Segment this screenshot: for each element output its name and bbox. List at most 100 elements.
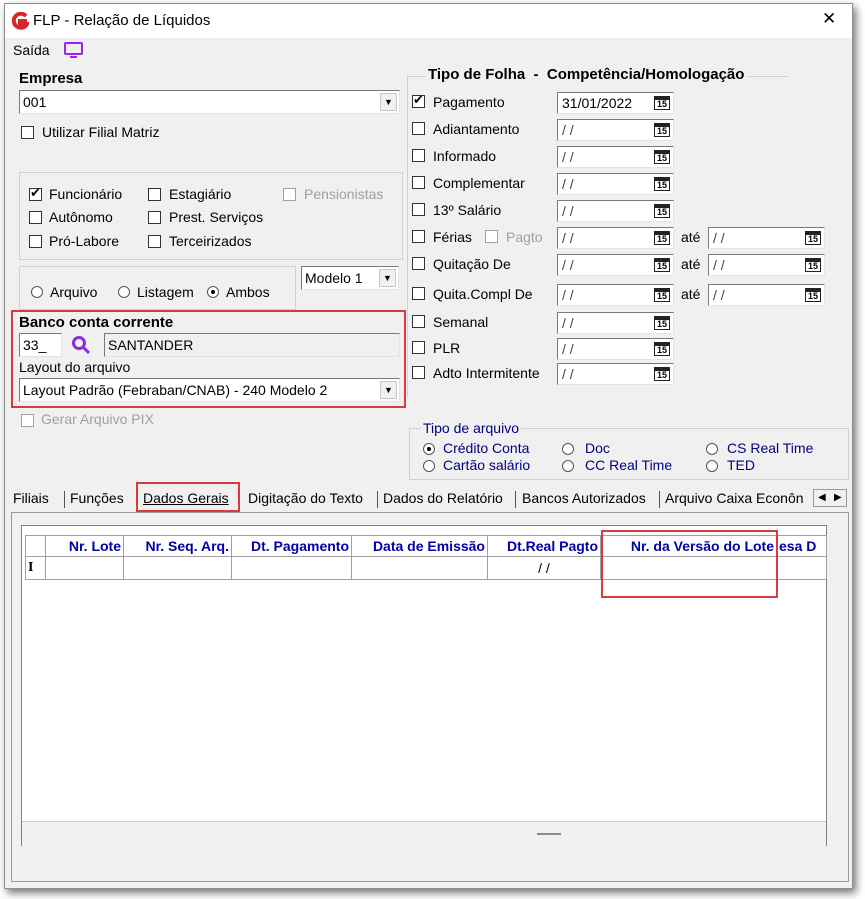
tab-funcoes[interactable]: Funções [70,488,124,508]
quita-compl-de-checkbox[interactable] [412,287,425,300]
layout-select[interactable]: Layout Padrão (Febraban/CNAB) - 240 Mode… [19,378,400,402]
tab-digitacao-texto[interactable]: Digitação do Texto [248,488,363,508]
tab-dados-relatorio[interactable]: Dados do Relatório [383,488,503,508]
chevron-down-icon[interactable]: ▼ [380,93,397,111]
adiantamento-checkbox[interactable] [412,122,425,135]
grid-cell[interactable]: / / [487,556,601,580]
listagem-radio[interactable] [118,286,130,298]
13-salario-checkbox[interactable] [412,203,425,216]
banco-codigo-input[interactable]: 33_ [19,333,62,357]
ferias-checkbox[interactable] [412,230,425,243]
grid-col-header[interactable]: Dt.Real Pagto [487,535,601,557]
cartao-salario-radio[interactable] [423,460,435,472]
autonomo-checkbox[interactable] [29,211,42,224]
13-salario-date-field[interactable]: / / 15 [557,200,674,222]
cc-real-time-radio[interactable] [562,460,574,472]
tab-bancos-autorizados[interactable]: Bancos Autorizados [522,488,646,508]
calendar-icon[interactable]: 15 [805,288,821,302]
filial-matriz-label: Utilizar Filial Matriz [42,124,160,140]
search-icon[interactable] [71,335,91,355]
tab-arquivo-caixa[interactable]: Arquivo Caixa Econôn [665,488,804,508]
calendar-icon[interactable]: 15 [654,288,670,302]
doc-radio[interactable] [562,443,574,455]
pro-labore-checkbox[interactable] [29,235,42,248]
adto-intermitente-date-field[interactable]: / / 15 [557,363,674,385]
filial-matriz-checkbox[interactable] [21,126,34,139]
calendar-icon[interactable]: 15 [805,258,821,272]
doc-label: Doc [585,440,610,456]
window-title: FLP - Relação de Líquidos [33,12,211,29]
prest-servicos-checkbox[interactable] [148,211,161,224]
grid-cell[interactable] [231,556,352,580]
horizontal-scrollbar[interactable] [22,821,826,846]
grid-cell[interactable] [351,556,488,580]
credito-conta-label: Crédito Conta [443,440,530,456]
credito-conta-radio[interactable] [423,443,435,455]
funcionario-checkbox[interactable]: ✔ [29,186,42,201]
adiantamento-date-field[interactable]: / / 15 [557,119,674,141]
saida-button[interactable]: Saída [13,42,50,58]
chevron-down-icon[interactable]: ▼ [380,381,397,399]
ambos-radio[interactable] [207,286,219,298]
grid-col-header[interactable]: Dt. Pagamento [231,535,352,557]
chevron-left-icon[interactable]: ◀ [818,490,826,506]
calendar-icon[interactable]: 15 [654,177,670,191]
estagiario-checkbox[interactable] [148,188,161,201]
complementar-date-field[interactable]: / / 15 [557,173,674,195]
grid-col-header[interactable]: Data de Emissão [351,535,488,557]
chevron-down-icon[interactable]: ▼ [379,269,396,287]
calendar-icon[interactable]: 15 [654,231,670,245]
semanal-date-field[interactable]: / / 15 [557,312,674,334]
semanal-checkbox[interactable] [412,315,425,328]
calendar-icon[interactable]: 15 [654,150,670,164]
pagamento-checkbox[interactable]: ✔ [412,93,425,108]
monitor-icon[interactable] [63,41,85,59]
ferias-date-field[interactable]: / / 15 [557,227,674,249]
calendar-icon[interactable]: 15 [654,342,670,356]
quitacao-de-date-field[interactable]: / / 15 [557,254,674,276]
quita-compl-de-date-end-field[interactable]: / / 15 [708,284,825,306]
modelo-select[interactable]: Modelo 1 ▼ [301,266,399,290]
arquivo-radio[interactable] [31,286,43,298]
quitacao-de-checkbox[interactable] [412,257,425,270]
grid-col-header[interactable]: Nr. Seq. Arq. [123,535,232,557]
cs-real-time-radio[interactable] [706,443,718,455]
gerar-pix-label: Gerar Arquivo PIX [41,411,154,427]
empresa-select[interactable]: 001 ▼ [19,90,400,114]
calendar-icon[interactable]: 15 [654,258,670,272]
informado-date-field[interactable]: / / 15 [557,146,674,168]
grid-col-header[interactable]: esa D [776,535,827,557]
gerar-pix-checkbox [21,414,34,427]
grid-cell[interactable] [45,556,124,580]
calendar-icon[interactable]: 15 [805,231,821,245]
grid-col-header[interactable]: Nr. Lote [45,535,124,557]
calendar-icon[interactable]: 15 [654,123,670,137]
adto-intermitente-checkbox[interactable] [412,366,425,379]
terceirizados-checkbox[interactable] [148,235,161,248]
tab-filiais[interactable]: Filiais [13,488,49,508]
date-value: / / [562,257,574,273]
quita-compl-de-date-field[interactable]: / / 15 [557,284,674,306]
close-button[interactable]: ✕ [822,10,836,27]
tab-divider [515,491,516,508]
date-value: / / [562,149,574,165]
calendar-icon[interactable]: 15 [654,204,670,218]
ted-radio[interactable] [706,460,718,472]
pagamento-date-field[interactable]: 31/01/2022 15 [557,92,674,114]
plr-checkbox[interactable] [412,341,425,354]
plr-date-field[interactable]: / / 15 [557,338,674,360]
quitacao-de-date-end-field[interactable]: / / 15 [708,254,825,276]
grid-cell[interactable] [776,556,827,580]
calendar-icon[interactable]: 15 [654,96,670,110]
date-value: 31/01/2022 [562,95,633,111]
date-value: / / [562,366,574,382]
scrollbar-grip[interactable] [537,833,561,835]
date-value: / / [713,287,725,303]
grid-cell[interactable] [123,556,232,580]
complementar-checkbox[interactable] [412,176,425,189]
ferias-date-end-field[interactable]: / / 15 [708,227,825,249]
calendar-icon[interactable]: 15 [654,316,670,330]
chevron-right-icon[interactable]: ▶ [834,490,842,506]
calendar-icon[interactable]: 15 [654,367,670,381]
informado-checkbox[interactable] [412,149,425,162]
